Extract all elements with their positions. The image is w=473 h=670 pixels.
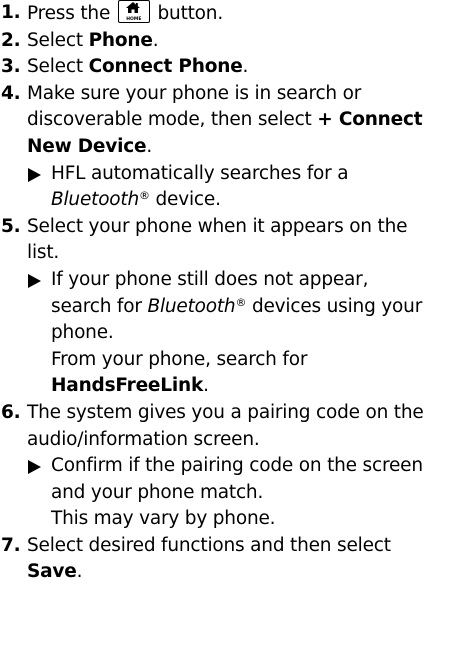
- step-number: 1.: [1, 2, 21, 23]
- note-italic: Bluetooth: [147, 295, 236, 317]
- note-text: device.: [149, 189, 221, 211]
- triangle-right-icon: [28, 460, 41, 475]
- step-5-note-continued: From your phone, search for HandsFreeLink…: [0, 347, 473, 400]
- registered-mark: ®: [139, 189, 150, 203]
- house-icon: [125, 2, 140, 13]
- note-italic: Bluetooth: [51, 189, 140, 211]
- note-text: This may vary by phone.: [51, 508, 276, 530]
- step-text-tail: .: [242, 56, 249, 78]
- home-button-label: HOME: [126, 17, 142, 22]
- note-text-tail: .: [203, 375, 209, 397]
- step-5-note: If your phone still does not appear, sear…: [0, 267, 473, 347]
- step-number: 3.: [1, 56, 21, 78]
- triangle-right-icon: [28, 273, 41, 288]
- step-1: 1. Press the HOME button.: [0, 0, 473, 28]
- step-text: list.: [27, 242, 60, 264]
- step-6-note: Confirm if the pairing code on the scree…: [0, 453, 473, 506]
- step-text: Select: [27, 29, 89, 51]
- step-text: Select desired functions and then select: [27, 534, 391, 556]
- step-text: The system gives you a pairing code on t…: [27, 401, 424, 423]
- note-text: and your phone match.: [51, 481, 264, 503]
- step-text-tail: .: [76, 561, 83, 583]
- note-text: search for: [51, 295, 148, 317]
- home-button-icon: HOME: [117, 0, 150, 23]
- step-5: 5. Select your phone when it appears on t…: [0, 214, 473, 267]
- registered-mark: ®: [235, 295, 247, 309]
- step-6-note-continued: This may vary by phone.: [0, 506, 473, 533]
- instructions: 1. Press the HOME button. 2. Select Phone.…: [0, 0, 473, 670]
- step-3: 3. Select Connect Phone.: [0, 54, 473, 81]
- step-2: 2. Select Phone.: [0, 28, 473, 55]
- note-text: From your phone, search for: [51, 348, 308, 370]
- step-6: 6. The system gives you a pairing code on…: [0, 400, 473, 453]
- step-text: Press the: [27, 3, 111, 24]
- step-4-note: HFL automatically searches for a Bluetoot…: [0, 161, 473, 214]
- step-number: 7.: [1, 534, 21, 556]
- step-number: 5.: [1, 215, 21, 237]
- note-text: HFL automatically searches for a: [51, 162, 349, 184]
- note-text: phone.: [51, 322, 114, 344]
- note-text: Confirm if the pairing code on the scree…: [51, 455, 423, 477]
- step-text-tail: .: [146, 135, 153, 157]
- note-text: devices using your: [246, 295, 423, 317]
- note-keyword: HandsFreeLink: [51, 375, 204, 397]
- step-7: 7. Select desired functions and then sele…: [0, 533, 473, 586]
- step-text: discoverable mode, then select: [27, 109, 318, 131]
- note-text: If your phone still does not appear,: [51, 268, 369, 290]
- step-number: 2.: [1, 29, 21, 51]
- step-keyword: New Device: [27, 135, 147, 157]
- step-4: 4. Make sure your phone is in search or di…: [0, 81, 473, 161]
- triangle-right-icon: [28, 167, 41, 182]
- step-text: Make sure your phone is in search or: [27, 82, 362, 104]
- step-text: Select your phone when it appears on the: [27, 215, 408, 237]
- step-text: Select: [27, 56, 89, 78]
- step-text-tail: button.: [151, 3, 224, 24]
- step-keyword: + Connect: [317, 109, 423, 131]
- step-keyword: Phone: [88, 29, 153, 51]
- step-number: 4.: [1, 82, 21, 104]
- step-text-tail: .: [152, 29, 159, 51]
- step-number: 6.: [1, 401, 21, 423]
- step-keyword: Save: [27, 561, 77, 583]
- step-text: audio/information screen.: [27, 428, 260, 450]
- step-keyword: Connect Phone: [88, 56, 243, 78]
